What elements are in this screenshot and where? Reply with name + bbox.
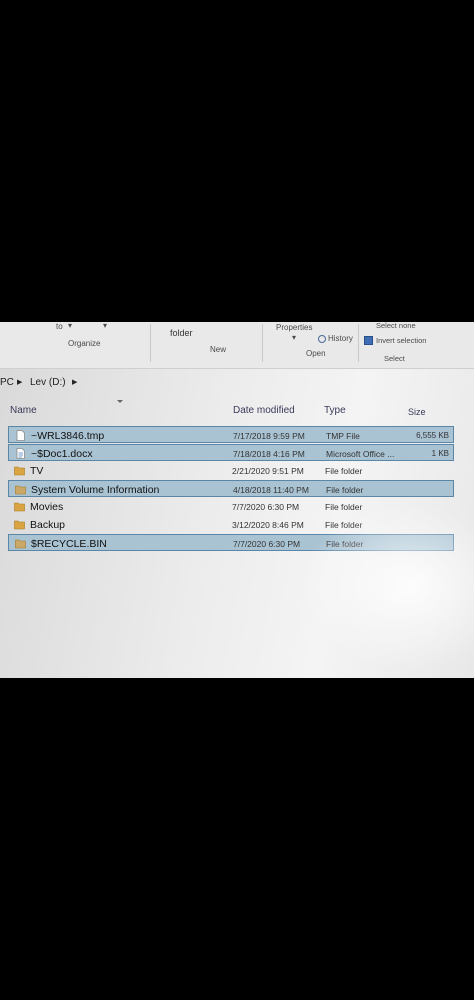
file-row[interactable]: TV 2/21/2020 9:51 PM File folder — [8, 462, 454, 479]
file-name: System Volume Information — [31, 484, 160, 496]
folder-icon — [14, 466, 25, 476]
breadcrumb-drive[interactable]: Lev (D:) — [30, 377, 66, 388]
file-row[interactable]: Backup 3/12/2020 8:46 PM File folder — [8, 516, 454, 533]
organize-group-label: Organize — [68, 339, 101, 348]
file-name: ~$Doc1.docx — [31, 448, 93, 460]
file-type: TMP File — [326, 431, 360, 441]
file-row[interactable]: ~$Doc1.docx 7/18/2018 4:16 PM Microsoft … — [8, 444, 454, 461]
select-group-label: Select — [384, 354, 405, 363]
file-type: File folder — [325, 520, 363, 530]
move-to-button[interactable]: to — [56, 322, 63, 331]
sort-arrow-icon — [117, 400, 123, 403]
breadcrumb-chevron-icon[interactable]: ▶ — [72, 378, 77, 386]
folder-icon — [14, 520, 25, 530]
file-explorer-window: to ▾ ▾ Organize folder New Properties ▾ … — [0, 322, 474, 678]
file-date-modified: 7/17/2018 9:59 PM — [233, 431, 305, 441]
breadcrumb-chevron-icon[interactable]: ▶ — [17, 378, 22, 386]
folder-icon — [14, 502, 25, 512]
file-date-modified: 3/12/2020 8:46 PM — [232, 520, 304, 530]
ribbon-divider — [262, 324, 263, 362]
file-size: 1 KB — [431, 449, 449, 458]
file-size: 6,555 KB — [416, 431, 449, 440]
properties-button[interactable]: Properties — [276, 323, 312, 332]
file-row[interactable]: System Volume Information 4/18/2018 11:4… — [8, 480, 454, 497]
ribbon-divider — [150, 324, 151, 362]
copy-to-dropdown-icon[interactable]: ▾ — [103, 322, 107, 330]
breadcrumb-this-pc[interactable]: PC — [0, 377, 14, 388]
photo-frame: to ▾ ▾ Organize folder New Properties ▾ … — [0, 0, 474, 1000]
invert-selection-icon — [364, 336, 373, 345]
file-type: File folder — [326, 485, 364, 495]
file-name: TV — [30, 465, 44, 477]
file-name: Backup — [30, 519, 66, 531]
folder-icon — [15, 485, 26, 495]
properties-dropdown-icon[interactable]: ▾ — [292, 333, 296, 342]
file-date-modified: 2/21/2020 9:51 PM — [232, 466, 304, 476]
file-icon — [16, 430, 25, 441]
file-type: File folder — [325, 466, 363, 476]
column-header-type[interactable]: Type — [324, 405, 346, 416]
ribbon-divider — [358, 324, 359, 362]
file-type: Microsoft Office ... — [326, 449, 395, 459]
file-date-modified: 7/7/2020 6:30 PM — [233, 539, 301, 549]
file-type: File folder — [325, 502, 363, 512]
new-group-label: New — [210, 345, 227, 354]
recycle-bin-folder-icon — [15, 539, 26, 549]
file-date-modified: 7/18/2018 4:16 PM — [233, 449, 305, 459]
select-none-button[interactable]: Select none — [376, 322, 416, 330]
file-name: Movies — [30, 501, 64, 513]
move-to-dropdown-icon[interactable]: ▾ — [68, 322, 72, 330]
file-date-modified: 4/18/2018 11:40 PM — [233, 485, 309, 495]
file-name: ~WRL3846.tmp — [31, 430, 105, 442]
file-row[interactable]: $RECYCLE.BIN 7/7/2020 6:30 PM File folde… — [8, 534, 454, 551]
file-type: File folder — [326, 539, 364, 549]
history-icon — [318, 335, 326, 343]
invert-selection-button[interactable]: Invert selection — [376, 336, 426, 345]
column-header-row: Name Date modified Type Size — [0, 396, 474, 422]
file-date-modified: 7/7/2020 6:30 PM — [232, 502, 300, 512]
file-row[interactable]: Movies 7/7/2020 6:30 PM File folder — [8, 498, 454, 515]
address-bar[interactable]: PC ▶ Lev (D:) ▶ — [0, 370, 474, 392]
column-header-size[interactable]: Size — [408, 407, 426, 417]
file-name: $RECYCLE.BIN — [31, 538, 107, 550]
column-header-name[interactable]: Name — [10, 405, 37, 416]
history-button[interactable]: History — [328, 334, 353, 343]
column-header-date-modified[interactable]: Date modified — [233, 405, 295, 416]
document-icon — [16, 448, 25, 459]
file-row[interactable]: ~WRL3846.tmp 7/17/2018 9:59 PM TMP File … — [8, 426, 454, 443]
ribbon: to ▾ ▾ Organize folder New Properties ▾ … — [0, 322, 474, 369]
open-group-label: Open — [306, 349, 326, 358]
new-folder-button[interactable]: folder — [170, 328, 193, 338]
